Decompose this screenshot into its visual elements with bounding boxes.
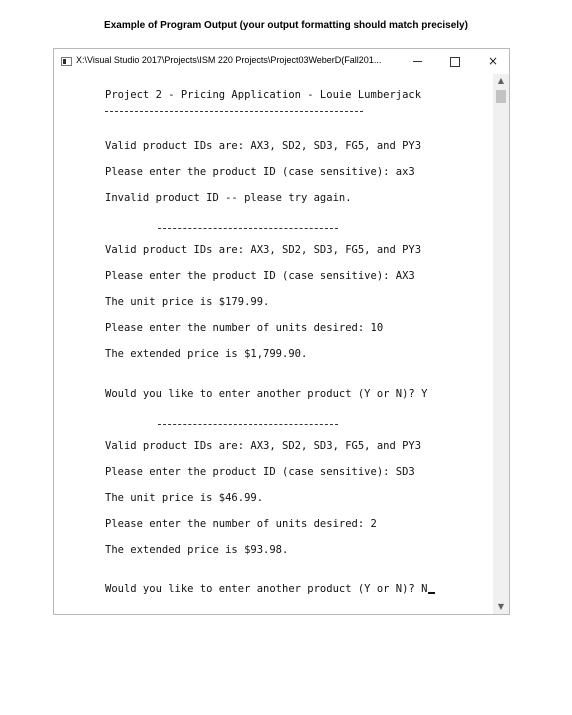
scroll-thumb[interactable]: [496, 90, 506, 103]
console-output[interactable]: Project 2 - Pricing Application - Louie …: [54, 74, 493, 614]
minimize-icon: [412, 61, 422, 62]
figure-caption: Example of Program Output (your output f…: [104, 20, 468, 31]
vertical-scrollbar[interactable]: ▲ ▼: [493, 74, 509, 614]
extended-price-line: The extended price is $1,799.90.: [105, 348, 308, 360]
units-prompt: Please enter the number of units desired…: [105, 518, 377, 530]
window-title: X:\Visual Studio 2017\Projects\ISM 220 P…: [76, 55, 382, 65]
header-divider: [105, 111, 363, 112]
extended-price-line: The extended price is $93.98.: [105, 544, 289, 556]
product-id-prompt: Please enter the product ID (case sensit…: [105, 270, 415, 282]
program-header: Project 2 - Pricing Application - Louie …: [105, 89, 422, 101]
minimize-button[interactable]: [398, 49, 436, 74]
product-id-prompt: Please enter the product ID (case sensit…: [105, 166, 415, 178]
scroll-down-arrow-icon[interactable]: ▼: [493, 600, 509, 614]
invalid-id-message: Invalid product ID -- please try again.: [105, 192, 352, 204]
units-prompt: Please enter the number of units desired…: [105, 322, 384, 334]
another-product-prompt-row[interactable]: Would you like to enter another product …: [105, 583, 436, 595]
section-divider: [158, 424, 338, 425]
console-app-icon[interactable]: [61, 57, 72, 66]
another-product-prompt: Would you like to enter another product …: [105, 583, 428, 595]
valid-ids-line: Valid product IDs are: AX3, SD2, SD3, FG…: [105, 244, 422, 256]
console-window: X:\Visual Studio 2017\Projects\ISM 220 P…: [53, 48, 510, 615]
unit-price-line: The unit price is $179.99.: [105, 296, 270, 308]
another-product-prompt: Would you like to enter another product …: [105, 388, 428, 400]
unit-price-line: The unit price is $46.99.: [105, 492, 264, 504]
valid-ids-line: Valid product IDs are: AX3, SD2, SD3, FG…: [105, 140, 422, 152]
close-button[interactable]: ×: [474, 49, 512, 74]
scroll-up-arrow-icon[interactable]: ▲: [493, 74, 509, 88]
valid-ids-line: Valid product IDs are: AX3, SD2, SD3, FG…: [105, 440, 422, 452]
product-id-prompt: Please enter the product ID (case sensit…: [105, 466, 415, 478]
maximize-icon: [450, 56, 460, 67]
close-icon: ×: [487, 54, 499, 68]
maximize-button[interactable]: [436, 49, 474, 74]
text-cursor: [428, 592, 436, 594]
title-bar[interactable]: X:\Visual Studio 2017\Projects\ISM 220 P…: [54, 49, 509, 74]
section-divider: [158, 228, 338, 229]
